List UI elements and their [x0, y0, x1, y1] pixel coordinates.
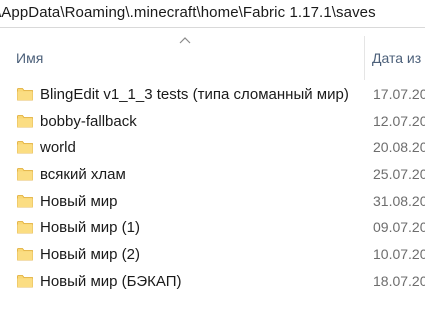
column-divider[interactable] — [364, 36, 365, 80]
file-row[interactable]: Новый мир 31.08.20 — [0, 188, 425, 215]
file-name: BlingEdit v1_1_3 tests (типа сломанный м… — [40, 86, 349, 103]
folder-icon — [17, 194, 33, 208]
folder-icon — [17, 88, 33, 101]
column-header-date[interactable]: Дата из — [372, 50, 421, 66]
file-row[interactable]: world 20.08.20 — [0, 134, 425, 161]
folder-icon — [17, 114, 33, 128]
file-name: bobby-fallback — [40, 112, 137, 130]
file-date: 09.07.20 — [373, 219, 425, 236]
folder-icon — [17, 248, 33, 261]
folder-icon — [17, 221, 33, 234]
explorer-window: \AppData\Roaming\.minecraft\home\Fabric … — [0, 0, 425, 328]
sort-ascending-icon — [179, 37, 191, 44]
file-list: BlingEdit v1_1_3 tests (типа сломанный м… — [0, 81, 425, 295]
file-date: 18.07.20 — [373, 272, 425, 289]
file-name: Новый мир (1) — [40, 219, 141, 237]
file-date: 20.08.20 — [373, 139, 425, 156]
file-date: 25.07.20 — [373, 166, 425, 183]
file-date: 10.07.20 — [373, 246, 425, 263]
file-date: 31.08.20 — [373, 192, 425, 209]
file-row[interactable]: Новый мир (2) 10.07.20 — [0, 241, 425, 268]
file-name: world — [40, 139, 76, 157]
file-date: 17.07.20 — [373, 86, 425, 102]
column-header-name[interactable]: Имя — [16, 50, 43, 66]
file-name: всякий хлам — [40, 166, 126, 184]
file-name: Новый мир (2) — [40, 246, 141, 264]
file-row[interactable]: Новый мир (1) 09.07.20 — [0, 214, 425, 241]
file-row[interactable]: bobby-fallback 12.07.20 — [0, 108, 425, 135]
address-bar[interactable]: \AppData\Roaming\.minecraft\home\Fabric … — [0, 0, 425, 28]
file-name: Новый мир (БЭКАП) — [40, 272, 182, 290]
folder-icon — [17, 141, 33, 154]
file-row[interactable]: всякий хлам 25.07.20 — [0, 161, 425, 188]
file-row[interactable]: BlingEdit v1_1_3 tests (типа сломанный м… — [0, 81, 425, 108]
column-header: Имя Дата из — [0, 36, 425, 80]
folder-icon — [17, 274, 33, 288]
file-name: Новый мир — [40, 192, 118, 210]
address-path[interactable]: \AppData\Roaming\.minecraft\home\Fabric … — [0, 4, 376, 21]
file-row[interactable]: Новый мир (БЭКАП) 18.07.20 — [0, 268, 425, 295]
file-date: 12.07.20 — [373, 112, 425, 129]
folder-icon — [17, 168, 33, 181]
